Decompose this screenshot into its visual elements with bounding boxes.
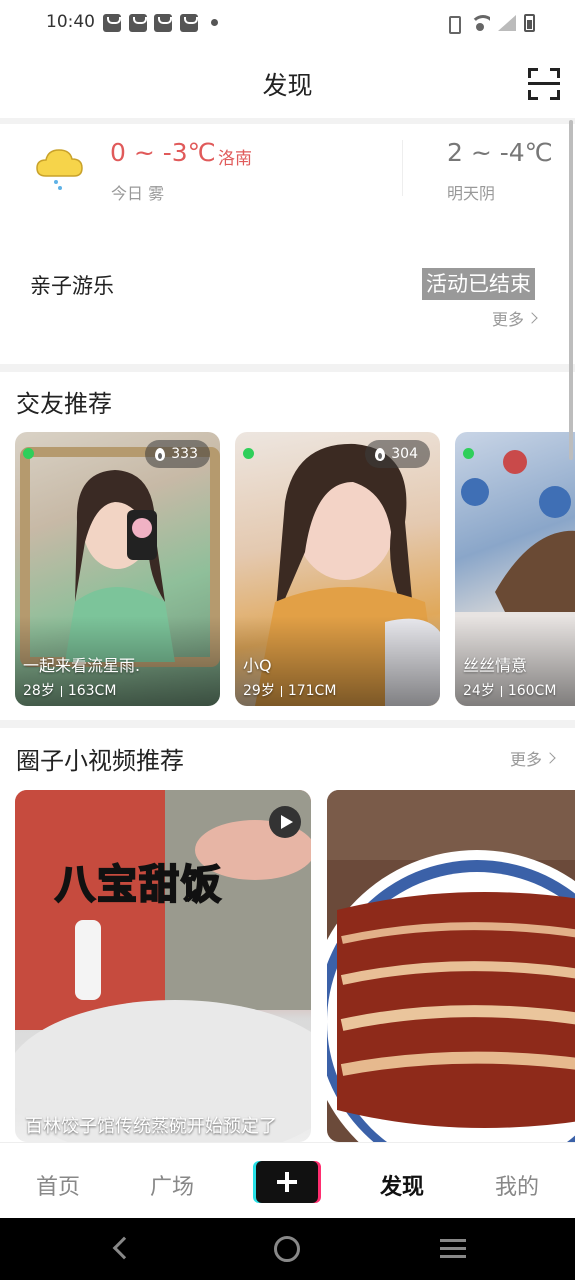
- notification-bag-icon: [103, 14, 121, 32]
- wifi-icon: [470, 15, 490, 31]
- friends-section-title: 交友推荐: [16, 390, 112, 418]
- heat-badge: 333: [145, 440, 210, 468]
- notification-bag-icon: [129, 14, 147, 32]
- friend-name: 丝丝情意: [463, 656, 528, 675]
- more-notifications-dot-icon: [211, 19, 218, 26]
- friend-age: 29岁: [243, 683, 275, 699]
- nav-discover[interactable]: 发现: [380, 1169, 424, 1201]
- friend-height: 160CM: [507, 683, 557, 699]
- today-temperature: 0 ~ -3℃: [110, 138, 216, 167]
- activity-status-badge[interactable]: 活动已结束: [422, 268, 535, 300]
- chevron-right-icon: [544, 752, 556, 764]
- videos-more-link[interactable]: 更多: [510, 746, 556, 770]
- friend-name: 小Q: [243, 656, 272, 675]
- heat-count: 304: [391, 446, 418, 462]
- menu-icon[interactable]: [440, 1239, 466, 1259]
- nav-home[interactable]: 首页: [36, 1169, 80, 1201]
- signal-icon: [498, 15, 516, 31]
- video-card[interactable]: 八宝甜饭 百林饺子馆传统蒸碗开始预定了: [15, 790, 311, 1142]
- status-bar: 10:40: [0, 0, 575, 48]
- flame-icon: [155, 447, 166, 461]
- friend-card[interactable]: 304 小Q 29岁 171CM: [235, 432, 440, 706]
- friend-meta: 28岁 163CM: [23, 680, 116, 700]
- video-card[interactable]: [327, 790, 575, 1142]
- flame-icon: [375, 447, 386, 461]
- friend-age: 24岁: [463, 683, 495, 699]
- activity-label: 亲子游乐: [30, 274, 114, 298]
- add-post-button[interactable]: [256, 1161, 318, 1203]
- city-label[interactable]: 洛南: [218, 144, 252, 169]
- divider: [0, 364, 575, 372]
- today-weather-desc: 今日 雾: [111, 184, 165, 203]
- weather-divider: [402, 140, 403, 196]
- scan-qr-icon[interactable]: [528, 68, 560, 100]
- online-status-dot: [23, 448, 34, 459]
- back-icon[interactable]: [112, 1236, 136, 1260]
- online-status-dot: [243, 448, 254, 459]
- heat-badge: 304: [365, 440, 430, 468]
- divider: [0, 118, 575, 124]
- home-circle-icon[interactable]: [274, 1236, 300, 1262]
- cloud-rain-weather-icon: [36, 149, 83, 190]
- heat-count: 333: [171, 446, 198, 462]
- friend-age: 28岁: [23, 683, 55, 699]
- notification-bag-icon: [180, 14, 198, 32]
- videos-section-title: 圈子小视频推荐: [16, 747, 184, 775]
- nav-mine[interactable]: 我的: [495, 1169, 539, 1201]
- online-status-dot: [463, 448, 474, 459]
- friend-meta: 24岁 160CM: [463, 680, 556, 700]
- friend-meta: 29岁 171CM: [243, 680, 336, 700]
- friend-card[interactable]: 丝丝情意 24岁 160CM: [455, 432, 575, 706]
- divider: [0, 720, 575, 728]
- page-title: 发现: [262, 71, 313, 100]
- more-label: 更多: [510, 750, 543, 769]
- tomorrow-temperature: 2 ~ -4℃: [447, 138, 553, 167]
- activity-more-link[interactable]: 更多: [492, 306, 538, 330]
- more-label: 更多: [492, 310, 525, 329]
- title-bar: 发现: [0, 48, 575, 118]
- nav-plaza[interactable]: 广场: [150, 1169, 194, 1201]
- video-headline: 八宝甜饭: [54, 861, 223, 909]
- notification-bag-icon: [154, 14, 172, 32]
- friend-height: 171CM: [287, 683, 337, 699]
- bottom-nav: 首页 广场 发现 我的: [0, 1142, 575, 1218]
- video-thumbnail: [327, 790, 575, 1142]
- vibrate-icon: [444, 14, 462, 34]
- system-nav-bar: [0, 1218, 575, 1280]
- tomorrow-weather-desc: 明天阴: [447, 184, 496, 203]
- video-caption: 百林饺子馆传统蒸碗开始预定了: [25, 1116, 277, 1137]
- scrollbar[interactable]: [569, 120, 573, 460]
- friend-name: 一起来看流星雨.: [23, 656, 141, 675]
- status-time: 10:40: [46, 12, 95, 32]
- battery-icon: [524, 14, 535, 32]
- friend-card[interactable]: 333 一起来看流星雨. 28岁 163CM: [15, 432, 220, 706]
- play-icon: [269, 806, 301, 838]
- chevron-right-icon: [526, 312, 538, 324]
- status-icons: [444, 14, 535, 34]
- video-thumbnail: [15, 790, 311, 1142]
- friend-height: 163CM: [67, 683, 117, 699]
